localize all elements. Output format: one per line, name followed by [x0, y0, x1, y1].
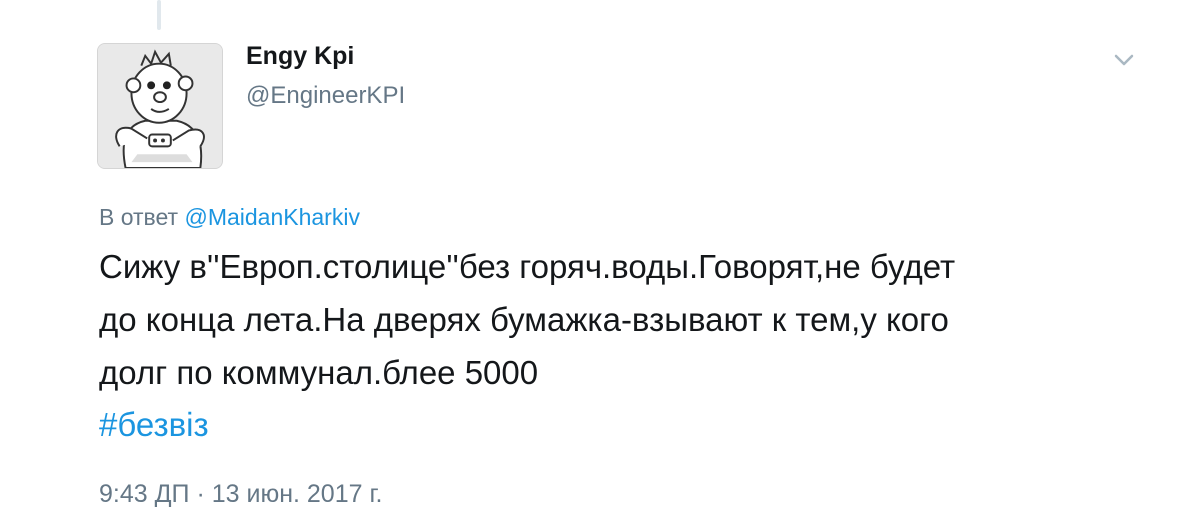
reply-prefix: В ответ [99, 204, 179, 230]
reply-mention-link[interactable]: @MaidanKharkiv [184, 204, 359, 230]
reply-context: В ответ @MaidanKharkiv [99, 204, 360, 231]
tweet-text: Сижу в''Европ.столице''без горяч.воды.Го… [99, 240, 1139, 399]
hashtag-link[interactable]: #безвіз [99, 398, 209, 451]
chevron-down-icon [1114, 54, 1134, 66]
avatar-cartoon-image [98, 44, 222, 168]
tweet-timestamp[interactable]: 9:43 ДП · 13 июн. 2017 г. [99, 480, 382, 509]
author-handle[interactable]: @EngineerKPI [246, 82, 405, 110]
thread-connector-line [157, 0, 161, 30]
author-display-name[interactable]: Engy Kpi [246, 42, 354, 71]
avatar[interactable] [97, 43, 223, 169]
tweet-text-line: до конца лета.На дверях бумажка-взывают … [99, 301, 949, 338]
tweet-text-line: долг по коммунал.блее 5000 [99, 354, 539, 391]
tweet-menu-button[interactable] [1110, 48, 1138, 72]
tweet-text-line: Сижу в''Европ.столице''без горяч.воды.Го… [99, 248, 956, 285]
